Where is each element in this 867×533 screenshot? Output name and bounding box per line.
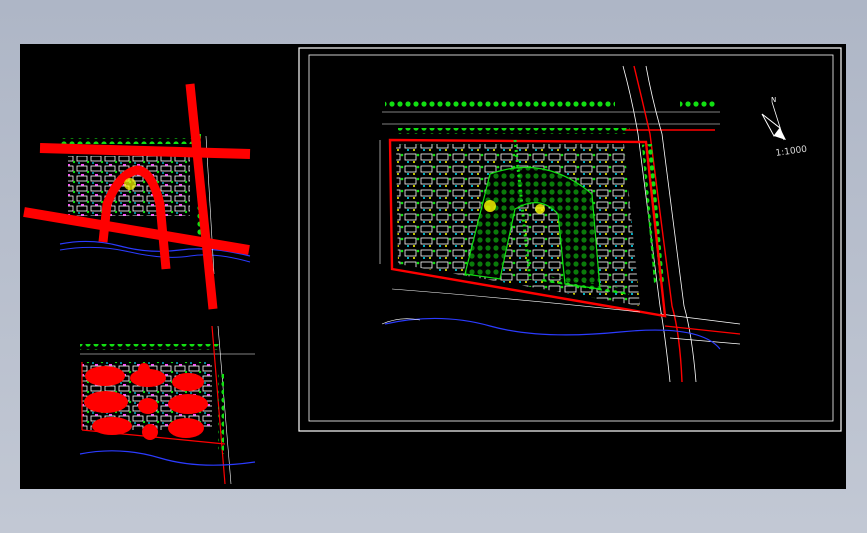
site-plan-panel: N bbox=[298, 47, 842, 432]
zoning-panel bbox=[79, 325, 256, 485]
central-plaza bbox=[124, 178, 136, 190]
zone-blob bbox=[172, 373, 204, 391]
zone-blob bbox=[84, 391, 128, 413]
tree-column bbox=[218, 374, 224, 454]
tree-row-north-east bbox=[680, 100, 715, 108]
plaza-feature bbox=[484, 200, 496, 212]
road-red-line bbox=[664, 325, 741, 335]
cad-viewport[interactable]: N 1:1000 bbox=[20, 44, 846, 489]
river-line-north bbox=[384, 317, 721, 350]
tree-row-boundary bbox=[398, 128, 630, 134]
zone-blob bbox=[85, 366, 125, 386]
zone-blob bbox=[138, 363, 150, 377]
tree-row-north bbox=[385, 100, 615, 108]
tree-row bbox=[60, 138, 200, 144]
zone-blob bbox=[138, 398, 158, 414]
zone-blob bbox=[142, 424, 158, 440]
tree-row bbox=[80, 344, 220, 350]
road-line bbox=[659, 313, 741, 325]
plaza-feature bbox=[535, 204, 545, 214]
zone-blobs bbox=[84, 363, 208, 440]
zone-blob bbox=[168, 394, 208, 414]
north-arrow-label: N bbox=[771, 96, 776, 104]
main-road-axis-south bbox=[23, 207, 250, 255]
north-arrow-icon: N bbox=[761, 96, 786, 141]
cad-drawing: N bbox=[23, 47, 842, 485]
zone-blob bbox=[168, 418, 204, 438]
zone-blob bbox=[92, 417, 132, 435]
road-structure-panel bbox=[23, 83, 251, 310]
road-line bbox=[669, 337, 741, 345]
main-road-axis-east-west bbox=[39, 143, 251, 159]
